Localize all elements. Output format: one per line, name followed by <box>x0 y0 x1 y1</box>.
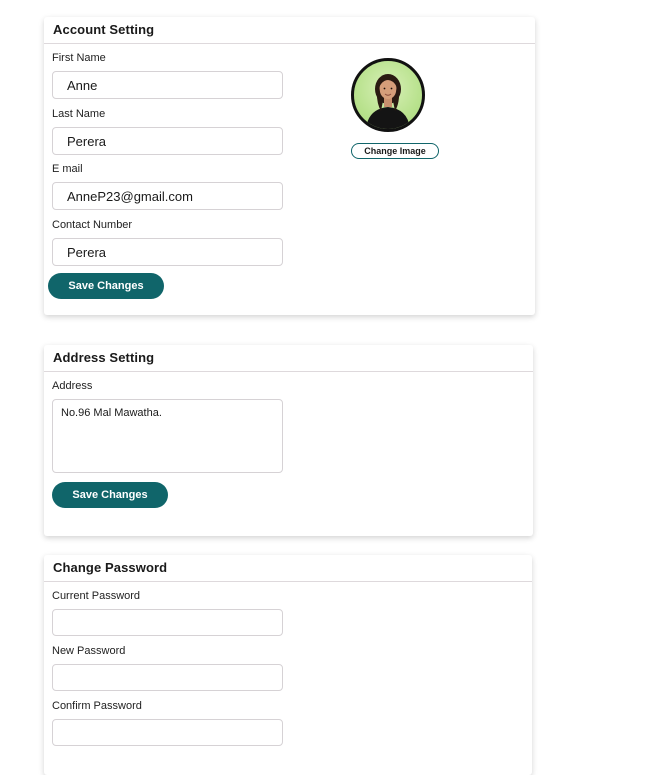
account-setting-card: Account Setting First Name Last Name E m… <box>44 17 535 315</box>
first-name-label: First Name <box>52 52 106 64</box>
new-password-input[interactable] <box>52 664 283 691</box>
account-save-button[interactable]: Save Changes <box>48 273 164 299</box>
new-password-label: New Password <box>52 645 126 657</box>
address-setting-title: Address Setting <box>44 345 533 372</box>
address-textarea[interactable]: No.96 Mal Mawatha. <box>52 399 283 473</box>
confirm-password-label: Confirm Password <box>52 700 142 712</box>
change-password-card: Change Password Current Password New Pas… <box>44 555 532 775</box>
email-input[interactable] <box>52 182 283 210</box>
current-password-input[interactable] <box>52 609 283 636</box>
first-name-input[interactable] <box>52 71 283 99</box>
account-setting-title: Account Setting <box>44 17 535 44</box>
address-label: Address <box>52 380 93 392</box>
email-label: E mail <box>52 163 83 175</box>
confirm-password-input[interactable] <box>52 719 283 746</box>
profile-photo <box>366 74 410 129</box>
last-name-label: Last Name <box>52 108 106 120</box>
avatar <box>351 58 425 132</box>
change-image-button[interactable]: Change Image <box>351 143 439 159</box>
contact-number-label: Contact Number <box>52 219 133 231</box>
address-save-button[interactable]: Save Changes <box>52 482 168 508</box>
contact-number-input[interactable] <box>52 238 283 266</box>
last-name-input[interactable] <box>52 127 283 155</box>
address-setting-card: Address Setting Address No.96 Mal Mawath… <box>44 345 533 536</box>
change-password-title: Change Password <box>44 555 532 582</box>
current-password-label: Current Password <box>52 590 141 602</box>
